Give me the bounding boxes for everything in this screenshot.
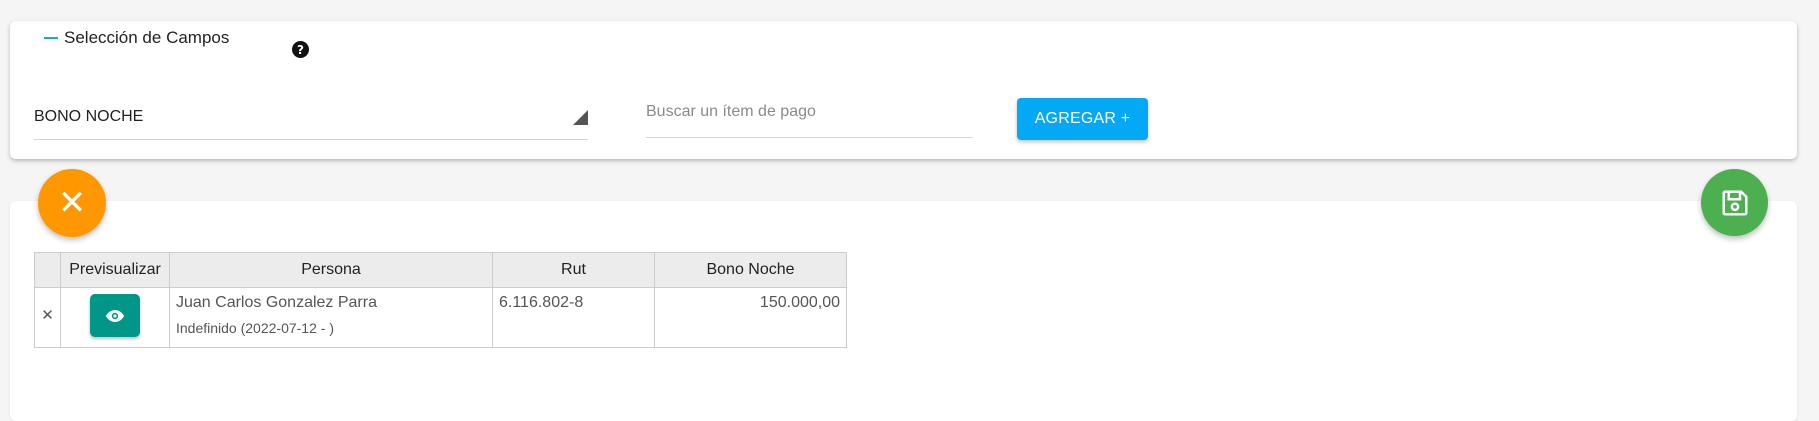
save-button[interactable] [1701, 169, 1768, 236]
preview-button[interactable] [90, 294, 140, 337]
delete-icon: ✕ [41, 306, 54, 324]
dropdown-arrow-icon [573, 110, 588, 125]
select-value: BONO NOCHE [34, 108, 144, 125]
results-table: Previsualizar Persona Rut Bono Noche ✕ J… [34, 252, 847, 348]
add-button[interactable]: AGREGAR + [1017, 98, 1148, 140]
rut-cell: 6.116.802-8 [492, 287, 655, 348]
preview-cell [60, 287, 170, 348]
persona-name: Juan Carlos Gonzalez Parra [176, 294, 377, 311]
payment-item-search-input[interactable] [646, 96, 973, 138]
floppy-disk-icon [1722, 190, 1747, 215]
persona-cell: Juan Carlos Gonzalez Parra Indefinido (2… [169, 287, 493, 348]
close-button[interactable]: ✕ [38, 169, 106, 237]
close-icon: ✕ [57, 183, 87, 223]
bono-noche-cell: 150.000,00 [654, 287, 847, 348]
collapse-icon[interactable] [36, 26, 66, 50]
header-bono-noche: Bono Noche [654, 252, 847, 288]
table-row: ✕ Juan Carlos Gonzalez Parra Indefinido … [34, 287, 847, 348]
header-preview: Previsualizar [60, 252, 170, 288]
persona-contract: Indefinido (2022-07-12 - ) [176, 320, 334, 336]
help-icon[interactable]: ? [292, 41, 309, 58]
header-rut: Rut [492, 252, 655, 288]
header-persona: Persona [169, 252, 493, 288]
payment-item-select[interactable]: BONO NOCHE [34, 96, 588, 140]
delete-row-button[interactable]: ✕ [34, 287, 61, 348]
section-title: Selección de Campos [64, 28, 230, 47]
eye-icon [106, 309, 124, 322]
header-delete [34, 252, 61, 288]
table-header-row: Previsualizar Persona Rut Bono Noche [34, 252, 847, 288]
